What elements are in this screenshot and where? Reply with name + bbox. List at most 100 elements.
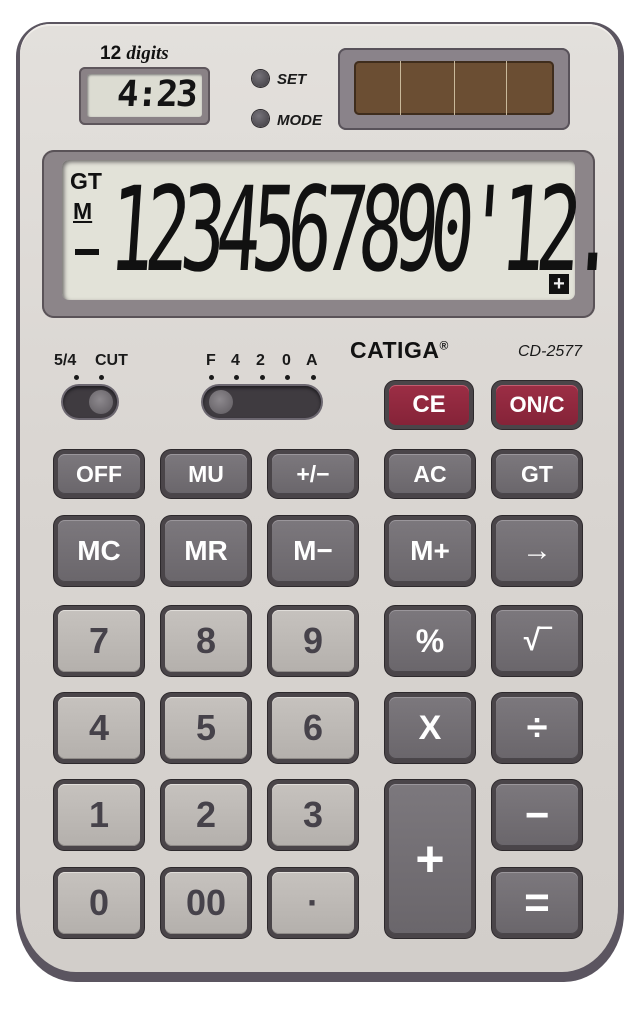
position-dot — [260, 375, 265, 380]
brand-logo: CATIGA® — [350, 337, 449, 364]
mu-key[interactable]: MU — [161, 450, 251, 498]
right-arrow-icon: → — [496, 520, 578, 582]
key-1[interactable]: 1 — [54, 780, 144, 850]
key-6[interactable]: 6 — [268, 693, 358, 763]
clock-display: 4:23 — [79, 67, 210, 125]
key-3-label: 3 — [272, 784, 354, 846]
key-8-label: 8 — [165, 610, 247, 672]
memory-indicator: M — [73, 198, 93, 224]
decimal-point-icon: · — [272, 872, 354, 934]
clock-time: 4:23 — [115, 74, 198, 115]
set-label: SET — [277, 71, 307, 88]
digits-word: digits — [126, 43, 169, 64]
key-8[interactable]: 8 — [161, 606, 251, 676]
square-root-key[interactable]: √‾ — [492, 606, 582, 676]
key-2[interactable]: 2 — [161, 780, 251, 850]
key-4[interactable]: 4 — [54, 693, 144, 763]
on-clear-key[interactable]: ON/C — [492, 381, 582, 429]
position-dot — [311, 375, 316, 380]
registered-mark: ® — [439, 338, 449, 353]
key-5[interactable]: 5 — [161, 693, 251, 763]
digits-capacity-label: 12 digits — [100, 43, 169, 65]
minus-key[interactable]: − — [492, 780, 582, 850]
position-dot — [209, 375, 214, 380]
multiply-icon: X — [389, 697, 471, 759]
m-minus-key[interactable]: M− — [268, 516, 358, 586]
mr-key[interactable]: MR — [161, 516, 251, 586]
key-1-label: 1 — [58, 784, 140, 846]
equals-icon: = — [496, 872, 578, 934]
position-dot — [99, 375, 104, 380]
ce-key-label: CE — [389, 385, 469, 425]
divide-key[interactable]: ÷ — [492, 693, 582, 763]
key-5-label: 5 — [165, 697, 247, 759]
plus-icon: + — [389, 784, 471, 934]
rounding-switch-knob[interactable] — [89, 390, 113, 414]
decimal-label-4: 4 — [231, 352, 240, 369]
gt-indicator: GT — [70, 168, 102, 194]
key-00[interactable]: 00 — [161, 868, 251, 938]
square-root-icon: √‾ — [496, 610, 578, 672]
brand-name: CATIGA — [350, 337, 440, 363]
decimal-label-f: F — [206, 352, 216, 369]
multiply-key[interactable]: X — [385, 693, 475, 763]
gt-key-label: GT — [496, 454, 578, 494]
off-key[interactable]: OFF — [54, 450, 144, 498]
rounding-label-54: 5/4 — [54, 352, 77, 369]
main-lcd: GT M 1234567890'12. + — [62, 160, 612, 300]
mr-key-label: MR — [165, 520, 247, 582]
minus-indicator — [75, 249, 99, 255]
mu-key-label: MU — [165, 454, 247, 494]
on-clear-key-label: ON/C — [496, 385, 578, 425]
solar-cell-divider — [454, 61, 455, 115]
off-key-label: OFF — [58, 454, 140, 494]
ac-key[interactable]: AC — [385, 450, 475, 498]
key-00-label: 00 — [165, 872, 247, 934]
ce-key[interactable]: CE — [385, 381, 473, 429]
digits-count: 12 — [100, 43, 122, 64]
mc-key[interactable]: MC — [54, 516, 144, 586]
model-number: CD-2577 — [518, 343, 583, 360]
gt-key[interactable]: GT — [492, 450, 582, 498]
key-7-label: 7 — [58, 610, 140, 672]
clock-lcd: 4:23 — [87, 74, 202, 117]
equals-key[interactable]: = — [492, 868, 582, 938]
key-7[interactable]: 7 — [54, 606, 144, 676]
position-dot — [285, 375, 290, 380]
key-4-label: 4 — [58, 697, 140, 759]
mc-key-label: MC — [58, 520, 140, 582]
key-0-label: 0 — [58, 872, 140, 934]
rounding-label-cut: CUT — [95, 352, 128, 369]
key-6-label: 6 — [272, 697, 354, 759]
solar-cell-divider — [506, 61, 507, 115]
mode-label: MODE — [277, 112, 322, 129]
key-3[interactable]: 3 — [268, 780, 358, 850]
decimal-label-0: 0 — [282, 352, 291, 369]
key-9[interactable]: 9 — [268, 606, 358, 676]
decimal-switch-knob[interactable] — [209, 390, 233, 414]
decimal-point-key[interactable]: · — [268, 868, 358, 938]
sign-change-key[interactable]: +/− — [268, 450, 358, 498]
rounding-switch[interactable] — [63, 386, 117, 418]
m-plus-key-label: M+ — [389, 520, 471, 582]
key-2-label: 2 — [165, 784, 247, 846]
display-value: 1234567890'12. — [105, 161, 613, 298]
percent-icon: % — [389, 610, 471, 672]
m-plus-key[interactable]: M+ — [385, 516, 475, 586]
plus-key[interactable]: + — [385, 780, 475, 938]
divide-icon: ÷ — [496, 697, 578, 759]
backspace-arrow-key[interactable]: → — [492, 516, 582, 586]
position-dot — [74, 375, 79, 380]
solar-panel — [354, 61, 554, 115]
decimal-label-2: 2 — [256, 352, 265, 369]
set-button[interactable] — [252, 70, 269, 87]
ac-key-label: AC — [389, 454, 471, 494]
mode-button[interactable] — [252, 110, 269, 127]
key-0[interactable]: 0 — [54, 868, 144, 938]
key-9-label: 9 — [272, 610, 354, 672]
minus-icon: − — [496, 784, 578, 846]
decimal-switch[interactable] — [203, 386, 321, 418]
percent-key[interactable]: % — [385, 606, 475, 676]
decimal-label-a: A — [306, 352, 318, 369]
solar-panel-frame — [338, 48, 570, 130]
